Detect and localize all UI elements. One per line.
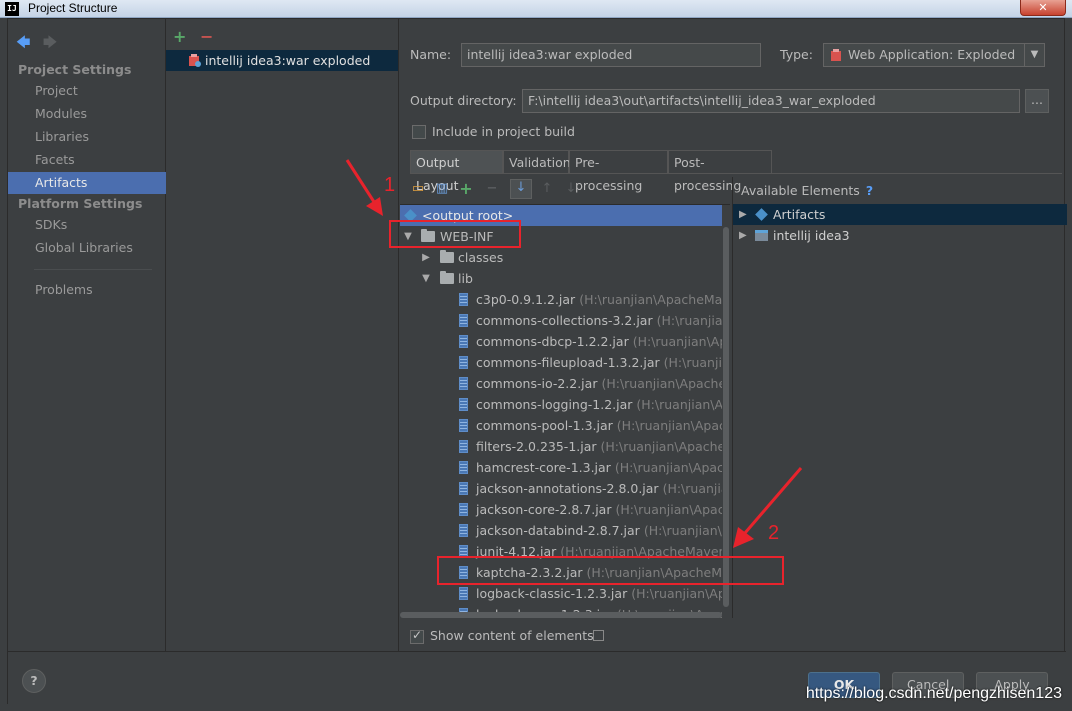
annotation-arrowhead-1 bbox=[366, 197, 383, 216]
annotation-arrow-2 bbox=[743, 467, 803, 534]
annotation-arrows bbox=[345, 159, 803, 548]
annotation-arrowhead-2 bbox=[733, 527, 754, 548]
annotation-arrow-1 bbox=[345, 159, 378, 206]
